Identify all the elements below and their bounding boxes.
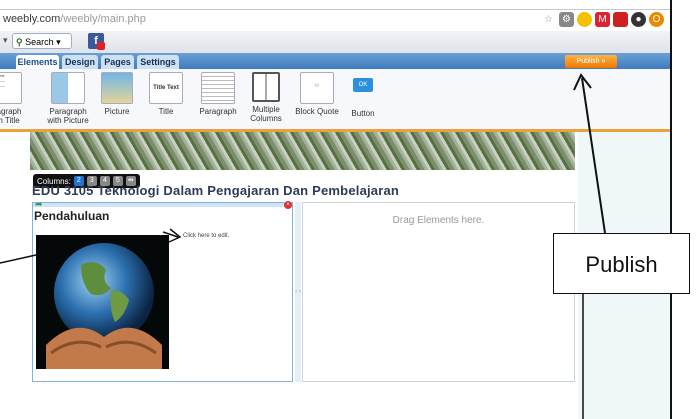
annotation-line-left [0, 254, 37, 264]
annotation-arrows [0, 73, 606, 419]
browser-window: weebly.com/weebly/main.php ☆ ⚙ M ● O ▾ ⚲… [0, 0, 672, 419]
annotation-arrow-publish [581, 77, 606, 234]
publish-callout-label: Publish [553, 233, 690, 294]
